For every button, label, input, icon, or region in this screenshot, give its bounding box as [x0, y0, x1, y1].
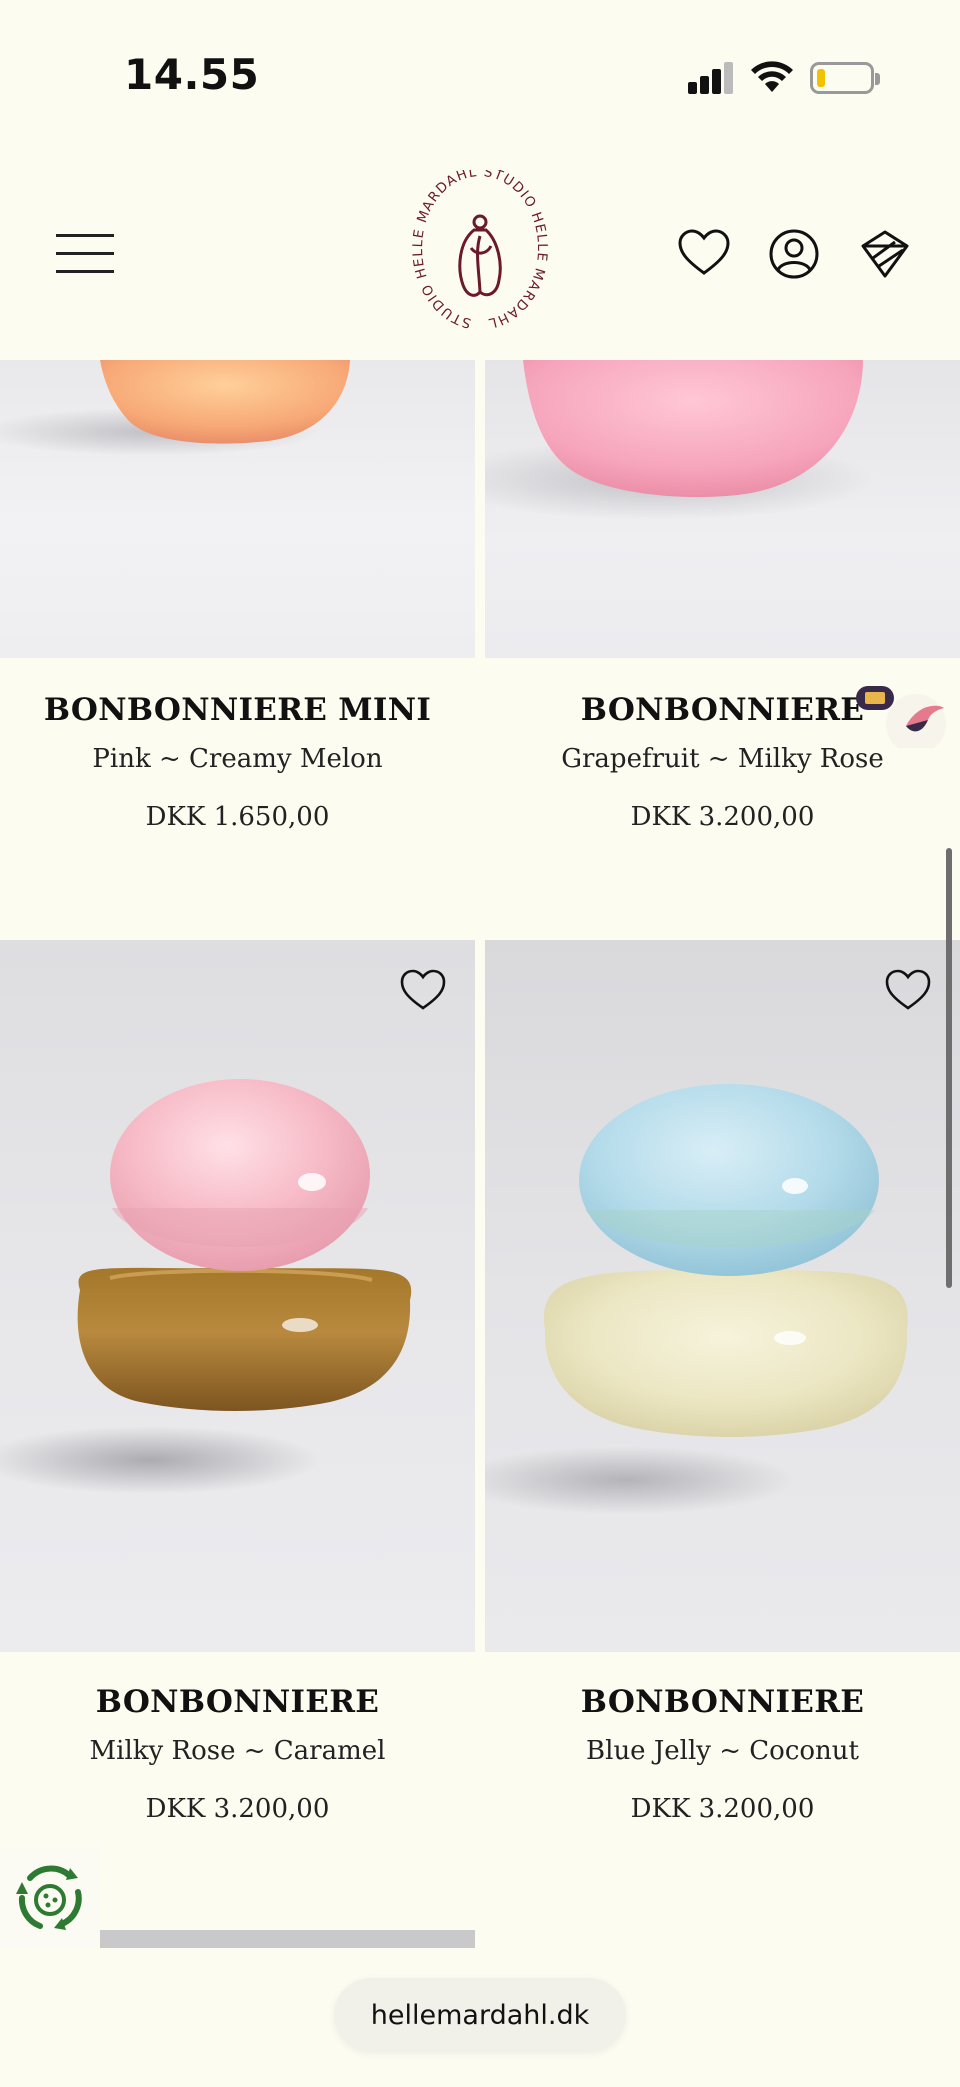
- product-image[interactable]: [485, 940, 960, 1652]
- product-price: DKK 3.200,00: [145, 1794, 330, 1824]
- scrollbar[interactable]: [946, 848, 952, 1288]
- product-price: DKK 1.650,00: [145, 802, 330, 832]
- site-header: STUDIO HELLE MARDAHL STUDIO HELLE MARDAH…: [0, 150, 960, 360]
- product-info[interactable]: BONBONNIERE MINI Pink ~ Creamy Melon DKK…: [0, 692, 475, 832]
- product-image[interactable]: [0, 940, 475, 1652]
- heart-icon[interactable]: [399, 968, 447, 1012]
- product-price: DKK 3.200,00: [630, 802, 815, 832]
- product-variant: Blue Jelly ~ Coconut: [586, 1736, 859, 1766]
- url-text: hellemardahl.dk: [370, 1999, 590, 2031]
- status-bar: 14.55: [0, 0, 960, 150]
- shopping-bag-icon[interactable]: [859, 228, 911, 280]
- page: 14.55 STUDIO HELLE MARDAHL STUDIO HELLE …: [0, 0, 960, 2087]
- wifi-icon: [751, 61, 793, 92]
- product-price: DKK 3.200,00: [630, 1794, 815, 1824]
- product-info[interactable]: BONBONNIERE Blue Jelly ~ Coconut DKK 3.2…: [485, 1684, 960, 1824]
- heart-icon[interactable]: [884, 968, 932, 1012]
- cookie-consent-button[interactable]: [0, 1848, 100, 1948]
- svg-text:STUDIO HELLE MARDAHL STUDIO HE: STUDIO HELLE MARDAHL STUDIO HELLE MARDAH…: [410, 170, 550, 331]
- cellular-signal-icon: [688, 62, 736, 94]
- product-variant: Grapefruit ~ Milky Rose: [561, 744, 884, 774]
- product-name[interactable]: BONBONNIERE MINI: [0, 692, 475, 728]
- user-icon[interactable]: [768, 228, 820, 280]
- product-name[interactable]: BONBONNIERE: [0, 1684, 475, 1720]
- cookie-settings-icon: [16, 1865, 82, 1930]
- product-variant: Pink ~ Creamy Melon: [92, 744, 383, 774]
- status-time: 14.55: [124, 50, 260, 99]
- browser-url-bar[interactable]: hellemardahl.dk: [334, 1978, 626, 2052]
- product-image[interactable]: [0, 360, 475, 658]
- hamburger-menu-icon[interactable]: [56, 234, 114, 274]
- product-name[interactable]: BONBONNIERE: [485, 1684, 960, 1720]
- product-info[interactable]: BONBONNIERE Milky Rose ~ Caramel DKK 3.2…: [0, 1684, 475, 1824]
- product-image[interactable]: [485, 360, 960, 658]
- loyalty-badge-icon[interactable]: [852, 684, 948, 748]
- horizontal-scrollbar[interactable]: [100, 1930, 475, 1948]
- battery-low-icon: [810, 62, 880, 94]
- product-variant: Milky Rose ~ Caramel: [89, 1736, 386, 1766]
- brand-logo[interactable]: STUDIO HELLE MARDAHL STUDIO HELLE MARDAH…: [405, 170, 555, 340]
- heart-icon[interactable]: [678, 228, 730, 280]
